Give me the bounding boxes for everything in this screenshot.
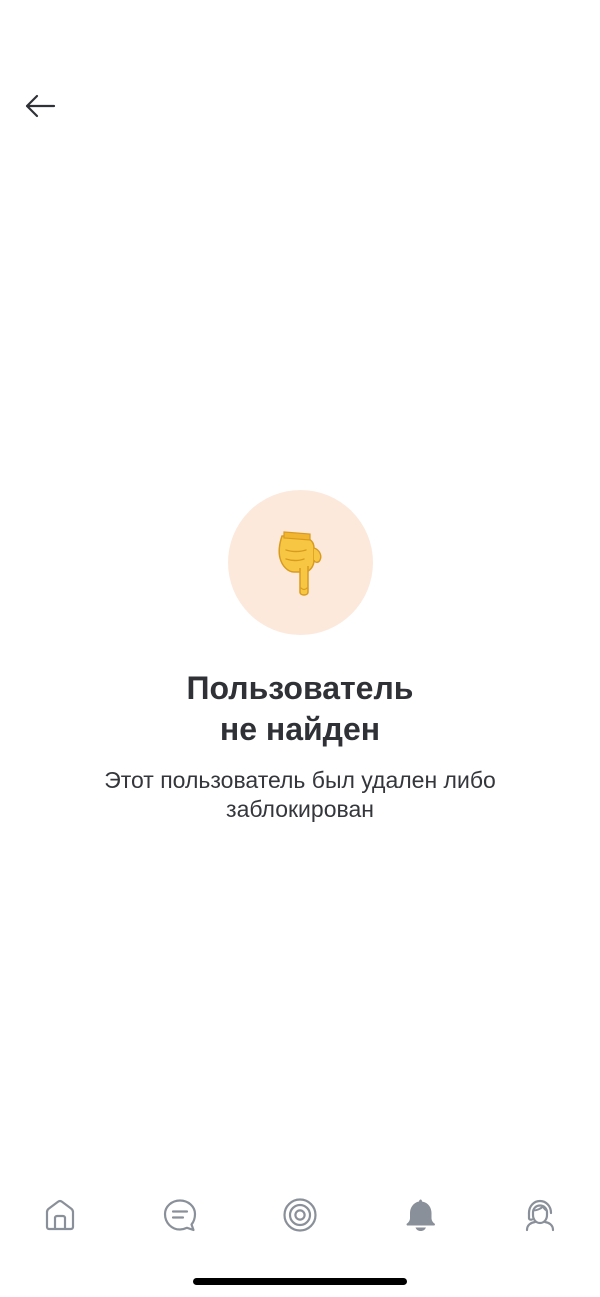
target-icon	[283, 1198, 317, 1232]
title-line-2: не найден	[219, 711, 381, 747]
tab-home[interactable]	[35, 1190, 85, 1240]
chat-icon	[163, 1199, 197, 1232]
empty-state: Пользователь не найден Этот пользователь…	[0, 490, 600, 824]
support-agent-icon	[525, 1199, 555, 1232]
tab-support[interactable]	[515, 1190, 565, 1240]
page-title: Пользователь не найден	[187, 668, 414, 750]
tab-notifications[interactable]	[395, 1190, 445, 1240]
bottom-tab-bar	[0, 1190, 600, 1240]
home-icon	[45, 1200, 75, 1231]
emoji-circle	[227, 490, 373, 635]
tab-target[interactable]	[275, 1190, 325, 1240]
pointing-down-hand-emoji	[278, 530, 322, 596]
bell-icon	[406, 1199, 435, 1231]
title-line-1: Пользователь	[186, 670, 414, 706]
home-indicator	[193, 1278, 407, 1285]
arrow-left-icon	[25, 94, 56, 118]
tab-chat[interactable]	[155, 1190, 205, 1240]
back-button[interactable]	[20, 86, 60, 126]
page-subtitle: Этот пользователь был удален либо заблок…	[104, 767, 496, 822]
